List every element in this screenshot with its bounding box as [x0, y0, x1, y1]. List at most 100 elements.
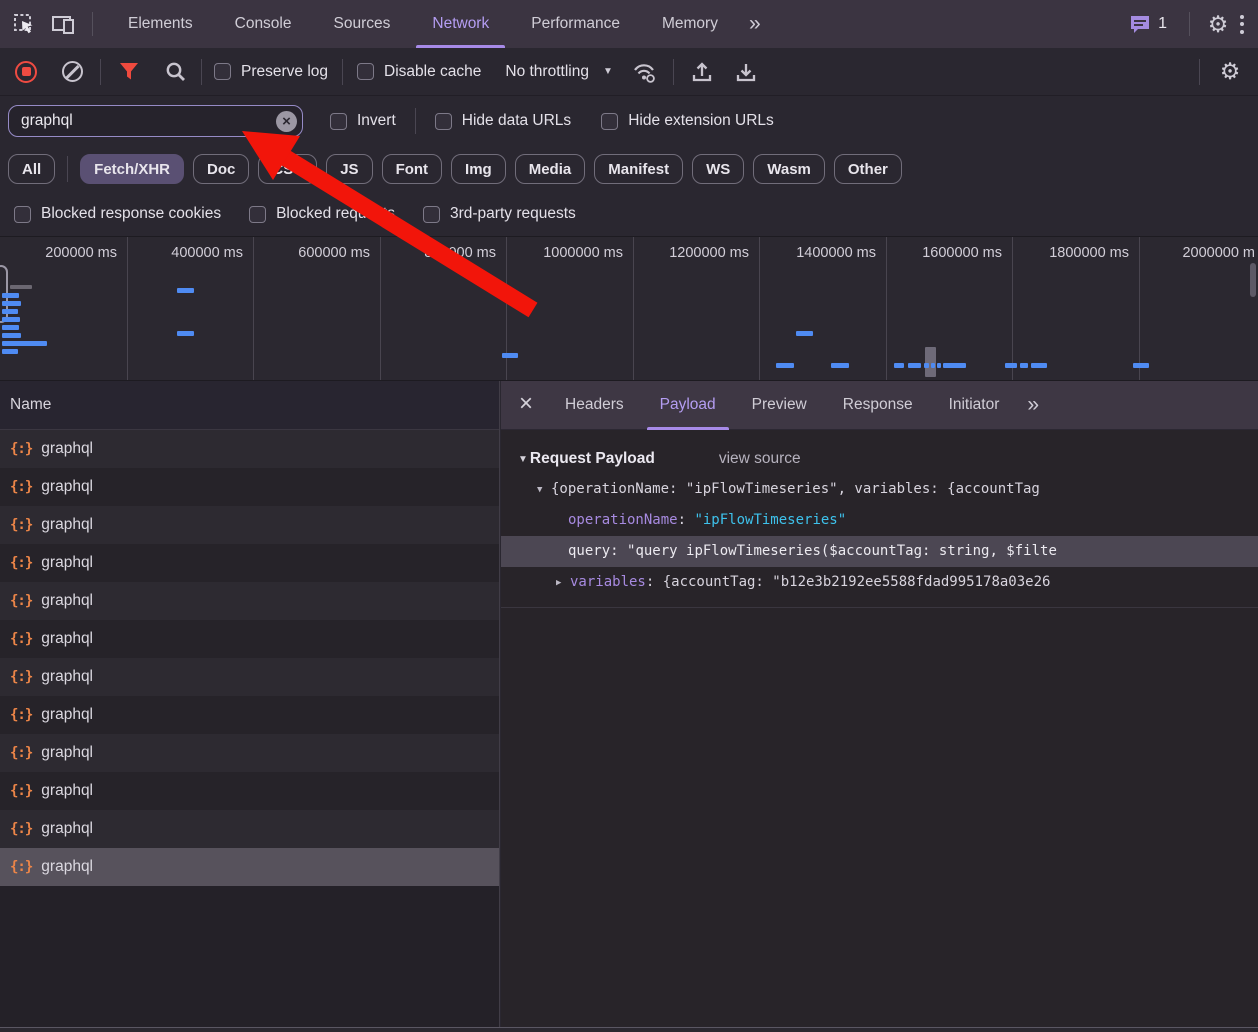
clear-icon — [62, 61, 83, 82]
filter-input[interactable]: graphql × — [8, 105, 303, 137]
hide-extension-urls-label: Hide extension URLs — [628, 112, 774, 130]
json-key: operationName — [568, 512, 678, 528]
filter-chip-manifest[interactable]: Manifest — [594, 154, 683, 184]
tab-network[interactable]: Network — [411, 0, 510, 48]
checkbox-icon — [435, 113, 452, 130]
timeline-scrollbar-thumb[interactable] — [1250, 263, 1256, 297]
request-payload-section[interactable]: ▼ Request Payload view source — [501, 444, 1258, 474]
timeline-tick: 1000000 ms — [493, 245, 623, 261]
filter-toggle-button[interactable] — [113, 55, 145, 89]
devtools-tabbar: ElementsConsoleSourcesNetworkPerformance… — [0, 0, 1258, 48]
export-har-button[interactable] — [730, 55, 762, 89]
blocked-response-cookies-checkbox[interactable]: Blocked response cookies — [14, 205, 221, 223]
clear-filter-button[interactable]: × — [276, 111, 297, 132]
collapse-triangle-icon[interactable]: ▼ — [518, 454, 528, 465]
payload-variables-line[interactable]: ▶variables: {accountTag: "b12e3b2192ee55… — [501, 567, 1258, 598]
payload-summary-text: {operationName: "ipFlowTimeseries", vari… — [551, 481, 1040, 497]
payload-query-line[interactable]: query: "query ipFlowTimeseries($accountT… — [501, 536, 1258, 567]
search-button[interactable] — [159, 55, 191, 89]
request-row[interactable]: {:}graphql — [0, 696, 499, 734]
request-row[interactable]: {:}graphql — [0, 468, 499, 506]
filter-chip-ws[interactable]: WS — [692, 154, 744, 184]
payload-operation-name-line[interactable]: operationName: "ipFlowTimeseries" — [501, 505, 1258, 536]
checkbox-icon — [14, 206, 31, 223]
toggle-device-toolbar-button[interactable] — [48, 7, 80, 41]
gear-icon: ⚙ — [1220, 60, 1241, 83]
fetch-xhr-icon: {:} — [10, 821, 32, 837]
preserve-log-checkbox[interactable]: Preserve log — [214, 63, 328, 81]
expand-triangle-icon[interactable]: ▶ — [556, 568, 570, 598]
request-row[interactable]: {:}graphql — [0, 848, 499, 886]
network-overview-timeline[interactable]: 200000 ms400000 ms600000 ms800000 ms1000… — [0, 236, 1258, 381]
fetch-xhr-icon: {:} — [10, 631, 32, 647]
search-icon — [165, 61, 186, 82]
timeline-activity-bar — [776, 363, 794, 368]
filter-chip-media[interactable]: Media — [515, 154, 586, 184]
request-row[interactable]: {:}graphql — [0, 544, 499, 582]
filter-chip-fetch-xhr[interactable]: Fetch/XHR — [80, 154, 184, 184]
timeline-activity-bar — [2, 309, 18, 314]
filter-chip-doc[interactable]: Doc — [193, 154, 249, 184]
timeline-tick: 1400000 ms — [746, 245, 876, 261]
request-name: graphql — [41, 516, 93, 534]
third-party-requests-checkbox[interactable]: 3rd-party requests — [423, 205, 576, 223]
clear-network-log-button[interactable] — [56, 55, 88, 89]
tab-console[interactable]: Console — [214, 0, 313, 48]
name-column-header[interactable]: Name — [0, 381, 499, 430]
request-row[interactable]: {:}graphql — [0, 810, 499, 848]
issues-button[interactable]: 1 — [1129, 14, 1167, 35]
close-detail-button[interactable]: × — [501, 390, 547, 420]
disable-cache-checkbox[interactable]: Disable cache — [357, 63, 481, 81]
network-toolbar: Preserve log Disable cache No throttling… — [0, 48, 1258, 96]
detail-tab-response[interactable]: Response — [825, 381, 931, 430]
network-settings-button[interactable]: ⚙ — [1214, 55, 1246, 89]
fetch-xhr-icon: {:} — [10, 783, 32, 799]
request-row[interactable]: {:} graphql — [0, 506, 499, 544]
filter-chip-css[interactable]: CSS — [258, 154, 317, 184]
invert-checkbox[interactable]: Invert — [330, 112, 396, 130]
filter-chip-js[interactable]: JS — [326, 154, 372, 184]
device-toolbar-icon — [51, 12, 77, 36]
checkbox-icon — [423, 206, 440, 223]
network-conditions-button[interactable] — [629, 55, 661, 89]
settings-button[interactable]: ⚙ — [1202, 7, 1234, 41]
record-network-log-button[interactable] — [10, 55, 42, 89]
detail-tab-headers[interactable]: Headers — [547, 381, 642, 430]
devtools-window: ElementsConsoleSourcesNetworkPerformance… — [0, 0, 1258, 1032]
filter-chip-other[interactable]: Other — [834, 154, 902, 184]
request-row[interactable]: {:}graphql — [0, 582, 499, 620]
network-main-area: Name {:}graphql{:}graphql{:}graphql{:}gr… — [0, 381, 1258, 1027]
fetch-xhr-icon: {:} — [10, 517, 32, 533]
filter-chip-font[interactable]: Font — [382, 154, 442, 184]
detail-tab-preview[interactable]: Preview — [734, 381, 825, 430]
timeline-activity-bar — [931, 363, 935, 368]
detail-tab-initiator[interactable]: Initiator — [931, 381, 1018, 430]
blocked-requests-checkbox[interactable]: Blocked requests — [249, 205, 395, 223]
more-detail-tabs-button[interactable]: » — [1017, 393, 1047, 417]
detail-tab-payload[interactable]: Payload — [642, 381, 734, 430]
request-row[interactable]: {:}graphql — [0, 430, 499, 468]
throttling-dropdown[interactable]: No throttling ▼ — [505, 63, 612, 81]
tab-sources[interactable]: Sources — [313, 0, 412, 48]
import-har-button[interactable] — [686, 55, 718, 89]
view-source-link[interactable]: view source — [719, 450, 801, 468]
filter-chip-all[interactable]: All — [8, 154, 55, 184]
request-name: graphql — [41, 592, 93, 610]
more-panels-button[interactable]: » — [739, 12, 769, 36]
main-menu-button[interactable] — [1234, 15, 1250, 34]
tab-performance[interactable]: Performance — [510, 0, 641, 48]
request-row[interactable]: {:}graphql — [0, 734, 499, 772]
request-row[interactable]: {:}graphql — [0, 620, 499, 658]
hide-extension-urls-checkbox[interactable]: Hide extension URLs — [601, 112, 774, 130]
request-row[interactable]: {:}graphql — [0, 772, 499, 810]
request-row[interactable]: {:}graphql — [0, 658, 499, 696]
tab-memory[interactable]: Memory — [641, 0, 739, 48]
inspect-element-button[interactable] — [8, 7, 40, 41]
payload-summary-line[interactable]: ▼{operationName: "ipFlowTimeseries", var… — [501, 474, 1258, 505]
hide-data-urls-checkbox[interactable]: Hide data URLs — [435, 112, 571, 130]
expand-triangle-icon[interactable]: ▼ — [537, 475, 551, 505]
detail-tabs: × HeadersPayloadPreviewResponseInitiator… — [501, 381, 1258, 430]
filter-chip-img[interactable]: Img — [451, 154, 506, 184]
tab-elements[interactable]: Elements — [107, 0, 214, 48]
filter-chip-wasm[interactable]: Wasm — [753, 154, 825, 184]
